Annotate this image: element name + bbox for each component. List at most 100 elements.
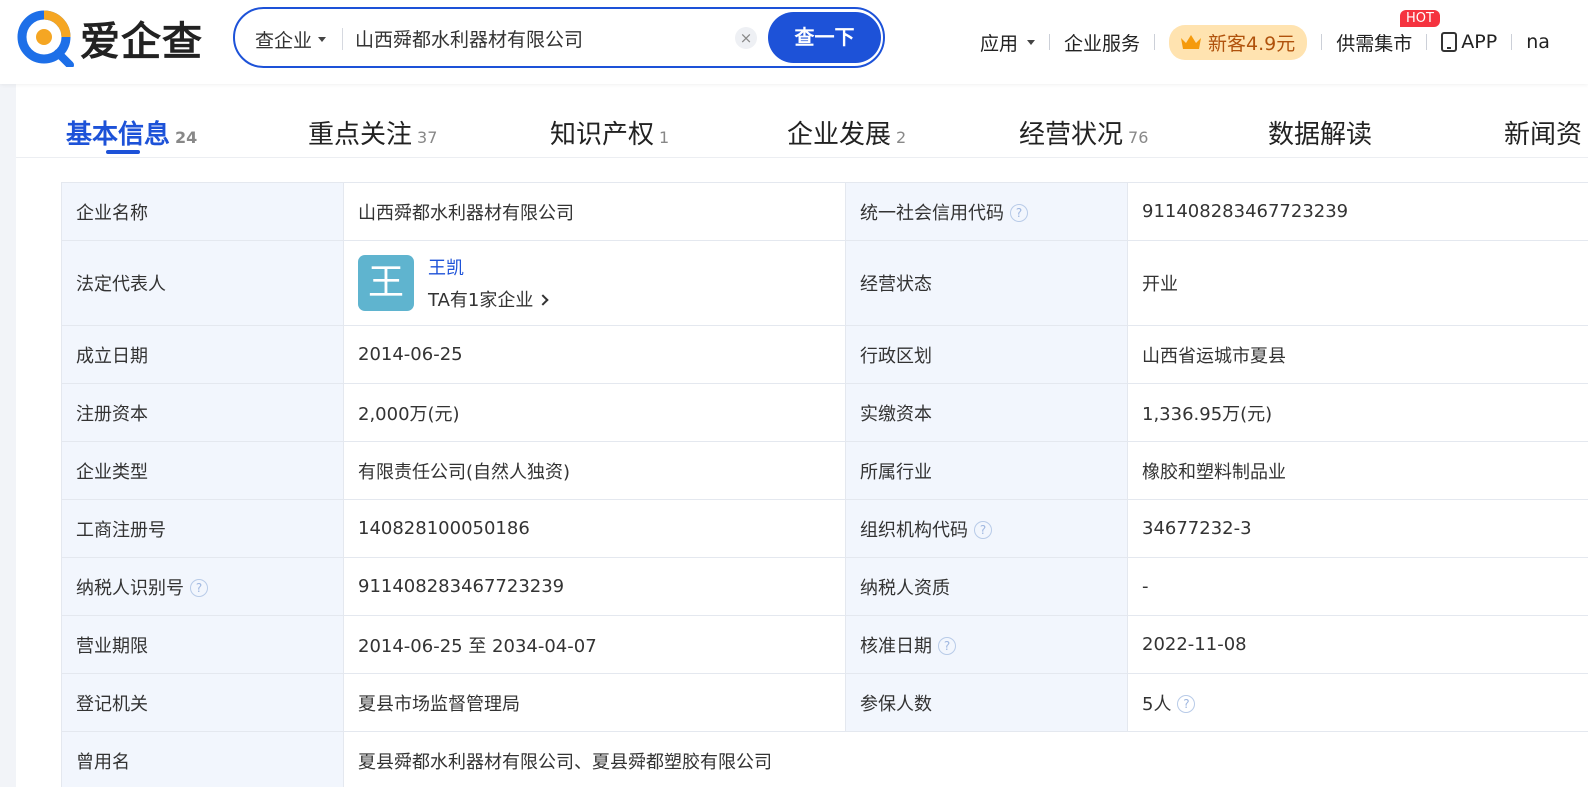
tab-label: 基本信息	[66, 120, 171, 150]
term-value: 2014-06-25 至 2034-04-07	[343, 615, 846, 674]
divider	[1154, 34, 1156, 50]
tab-development[interactable]: 企业发展 2	[787, 114, 906, 151]
former-names-value: 夏县舜都水利器材有限公司、夏县舜都塑胶有限公司	[343, 731, 1588, 787]
divider	[342, 28, 343, 50]
table-row: 工商注册号 140828100050186 组织机构代码? 34677232-3	[61, 499, 1588, 558]
company-type-value: 有限责任公司(自然人独资)	[343, 441, 846, 500]
hot-badge: HOT	[1400, 10, 1440, 27]
tab-key-focus[interactable]: 重点关注 37	[308, 114, 437, 151]
tax-id-value: 911408283467723239	[343, 557, 846, 616]
legal-rep-companies-link[interactable]: TA有1家企业	[428, 286, 550, 312]
table-row: 企业类型 有限责任公司(自然人独资) 所属行业 橡胶和塑料制品业	[61, 441, 1588, 500]
table-row: 曾用名 夏县舜都水利器材有限公司、夏县舜都塑胶有限公司	[61, 731, 1588, 787]
nav-services[interactable]: 企业服务	[1064, 29, 1140, 56]
divider	[1049, 34, 1051, 50]
top-nav: 应用 企业服务 新客4.9元 供需集市 APP na	[980, 24, 1550, 60]
tab-count: 2	[896, 128, 907, 147]
help-icon[interactable]: ?	[1010, 203, 1028, 222]
divider	[1321, 34, 1323, 50]
logo[interactable]: 爱企查	[16, 9, 203, 67]
tab-label: 经营状况	[1019, 120, 1124, 150]
legal-rep-name-link[interactable]: 王凯	[428, 254, 547, 280]
search-type-dropdown[interactable]: 查企业	[255, 26, 327, 53]
authority-value: 夏县市场监督管理局	[343, 673, 846, 732]
nav-user[interactable]: na	[1526, 31, 1550, 53]
insured-value-cell: 5人?	[1127, 673, 1588, 732]
tab-count: 37	[417, 128, 438, 147]
help-icon[interactable]: ?	[190, 578, 208, 597]
tax-qual-value: -	[1127, 557, 1588, 616]
paid-capital-value: 1,336.95万(元)	[1127, 383, 1588, 442]
authority-label: 登记机关	[61, 673, 344, 732]
clear-icon[interactable]: ×	[735, 27, 757, 49]
industry-label: 所属行业	[845, 441, 1128, 500]
legal-rep: 王 王凯 TA有1家企业	[358, 254, 831, 312]
insured-value: 5人	[1142, 693, 1172, 715]
paid-capital-label: 实缴资本	[845, 383, 1128, 442]
org-code-label-cell: 组织机构代码?	[845, 499, 1128, 558]
org-code-value: 34677232-3	[1127, 499, 1588, 558]
tab-operations[interactable]: 经营状况 76	[1019, 114, 1148, 151]
reg-no-label: 工商注册号	[61, 499, 344, 558]
tab-basic-info[interactable]: 基本信息 24	[66, 114, 197, 151]
tab-label: 数据解读	[1268, 120, 1373, 150]
tax-qual-label: 纳税人资质	[845, 557, 1128, 616]
insured-label: 参保人数	[845, 673, 1128, 732]
help-icon[interactable]: ?	[938, 636, 956, 655]
company-name-label: 企业名称	[61, 182, 344, 241]
legal-rep-companies-label: TA有1家企业	[428, 290, 534, 311]
tab-count: 76	[1128, 128, 1149, 147]
top-header: 爱企查 查企业 × 查一下 应用 企业服务 新客4.9元 供需集市 APP	[0, 0, 1588, 84]
table-row: 成立日期 2014-06-25 行政区划 山西省运城市夏县	[61, 325, 1588, 384]
tab-data-insight[interactable]: 数据解读	[1268, 114, 1372, 151]
approved-value: 2022-11-08	[1127, 615, 1588, 674]
company-name-value: 山西舜都水利器材有限公司	[343, 182, 846, 241]
search-button[interactable]: 查一下	[768, 12, 881, 63]
company-type-label: 企业类型	[61, 441, 344, 500]
tab-count: 1	[659, 128, 670, 147]
legal-rep-text: 王凯 TA有1家企业	[428, 254, 550, 312]
legal-rep-cell: 王 王凯 TA有1家企业	[343, 240, 846, 326]
table-row: 营业期限 2014-06-25 至 2034-04-07 核准日期? 2022-…	[61, 615, 1588, 674]
table-row: 法定代表人 王 王凯 TA有1家企业 经营状态 开业	[61, 240, 1588, 326]
table-row: 登记机关 夏县市场监督管理局 参保人数 5人?	[61, 673, 1588, 732]
logo-magnifier-icon	[17, 10, 74, 67]
reg-no-value: 140828100050186	[343, 499, 846, 558]
credit-code-label-cell: 统一社会信用代码?	[845, 182, 1128, 241]
approved-label-cell: 核准日期?	[845, 615, 1128, 674]
tab-news[interactable]: 新闻资	[1504, 114, 1582, 151]
credit-code-label: 统一社会信用代码	[860, 202, 1004, 224]
credit-code-value: 911408283467723239	[1127, 182, 1588, 241]
help-icon[interactable]: ?	[1177, 694, 1196, 713]
nav-app-label: APP	[1461, 31, 1498, 53]
founded-value: 2014-06-25	[343, 325, 846, 384]
search-type-label: 查企业	[255, 30, 313, 52]
region-value: 山西省运城市夏县	[1127, 325, 1588, 384]
logo-text: 爱企查	[80, 19, 203, 65]
tab-label: 企业发展	[787, 120, 892, 150]
chevron-right-icon	[537, 294, 550, 306]
nav-market[interactable]: 供需集市	[1336, 29, 1412, 56]
table-row: 纳税人识别号? 911408283467723239 纳税人资质 -	[61, 557, 1588, 616]
nav-apps[interactable]: 应用	[980, 29, 1036, 56]
search-input[interactable]	[355, 21, 725, 55]
legal-rep-label: 法定代表人	[61, 240, 344, 326]
divider	[1511, 34, 1513, 50]
tab-label: 重点关注	[308, 120, 413, 150]
basic-info-panel: 企业名称 山西舜都水利器材有限公司 统一社会信用代码? 911408283467…	[16, 158, 1588, 787]
section-tabs: 基本信息 24 重点关注 37 知识产权 1 企业发展 2 经营状况 76 数据解读 新闻…	[16, 84, 1588, 158]
founded-label: 成立日期	[61, 325, 344, 384]
chevron-down-icon	[1027, 39, 1036, 45]
reg-capital-value: 2,000万(元)	[343, 383, 846, 442]
tab-label: 新闻资	[1504, 120, 1583, 150]
approved-label: 核准日期	[860, 635, 932, 657]
promo-badge[interactable]: 新客4.9元	[1169, 24, 1308, 60]
help-icon[interactable]: ?	[974, 520, 992, 539]
tab-ip[interactable]: 知识产权 1	[550, 114, 669, 151]
avatar[interactable]: 王	[358, 255, 414, 311]
status-value: 开业	[1127, 240, 1588, 326]
status-label: 经营状态	[845, 240, 1128, 326]
region-label: 行政区划	[845, 325, 1128, 384]
nav-app[interactable]: APP	[1441, 31, 1497, 53]
nav-apps-label: 应用	[980, 32, 1019, 55]
